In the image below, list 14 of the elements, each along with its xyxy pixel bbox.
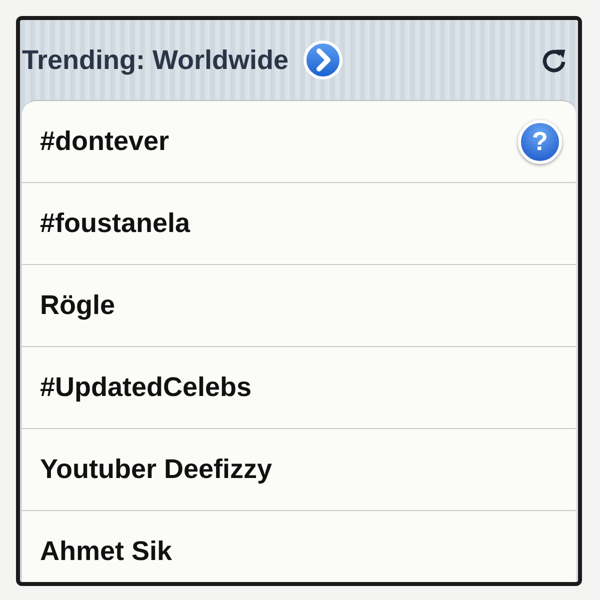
- trend-row[interactable]: Ahmet Sik: [22, 511, 576, 582]
- trend-row[interactable]: Youtuber Deefizzy: [22, 429, 576, 511]
- trend-label: #foustanela: [40, 208, 190, 239]
- trend-row[interactable]: #foustanela: [22, 183, 576, 265]
- header-title: Trending: Worldwide: [22, 44, 288, 76]
- trend-label: #dontever: [40, 126, 170, 157]
- trend-label: #UpdatedCelebs: [40, 372, 252, 403]
- trend-label: Youtuber Deefizzy: [40, 454, 272, 485]
- trend-label: Rögle: [40, 290, 116, 321]
- trend-label: Ahmet Sik: [40, 536, 172, 567]
- trend-row[interactable]: Rögle: [22, 265, 576, 347]
- trend-row[interactable]: #UpdatedCelebs: [22, 347, 576, 429]
- trend-row[interactable]: #dontever ?: [22, 101, 576, 183]
- chevron-right-icon[interactable]: [302, 40, 342, 80]
